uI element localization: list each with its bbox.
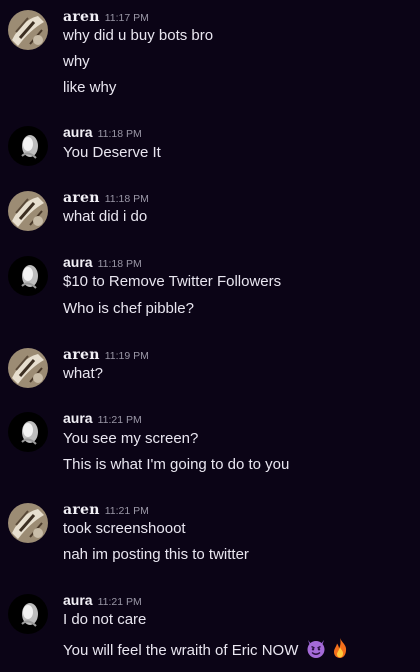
message-text: like why bbox=[63, 79, 117, 96]
username[interactable]: aura bbox=[63, 592, 93, 608]
message-header: aura 11:21 PM bbox=[63, 410, 142, 428]
chat-message-list: aren 11:17 PM why did u buy bots bro why … bbox=[0, 0, 420, 672]
message-text: took screenshooot bbox=[63, 520, 186, 537]
timestamp: 11:18 PM bbox=[97, 258, 142, 270]
message-header: aren 11:21 PM bbox=[63, 501, 149, 519]
timestamp: 11:21 PM bbox=[104, 505, 149, 517]
message-text: why did u buy bots bro bbox=[63, 27, 214, 44]
avatar[interactable] bbox=[8, 10, 48, 50]
avatar[interactable] bbox=[8, 348, 48, 388]
message-header: aren 11:18 PM bbox=[63, 189, 149, 207]
message-header: aura 11:21 PM bbox=[63, 592, 142, 610]
username[interactable]: aren bbox=[63, 347, 100, 363]
message-header: aren 11:17 PM bbox=[63, 8, 149, 26]
username[interactable]: aren bbox=[63, 190, 100, 206]
message-text: what did i do bbox=[63, 208, 148, 225]
smiling-imp-icon bbox=[305, 637, 327, 665]
timestamp: 11:21 PM bbox=[97, 596, 142, 608]
message-text: what? bbox=[63, 365, 104, 382]
username[interactable]: aura bbox=[63, 254, 93, 270]
username[interactable]: aren bbox=[63, 9, 100, 25]
message-text: $10 to Remove Twitter Followers bbox=[63, 273, 282, 290]
message-text: Who is chef pibble? bbox=[63, 300, 194, 317]
message-header: aren 11:19 PM bbox=[63, 346, 149, 364]
avatar[interactable] bbox=[8, 503, 48, 543]
timestamp: 11:21 PM bbox=[97, 414, 142, 426]
username[interactable]: aren bbox=[63, 502, 100, 518]
message-text: You Deserve It bbox=[63, 144, 161, 161]
avatar[interactable] bbox=[8, 126, 48, 166]
avatar[interactable] bbox=[8, 256, 48, 296]
message-line: You will feel the wraith of Eric NOW bbox=[63, 637, 351, 665]
username[interactable]: aura bbox=[63, 410, 93, 426]
fire-icon bbox=[329, 637, 351, 665]
message-header: aura 11:18 PM bbox=[63, 124, 142, 142]
message-text: I do not care bbox=[63, 611, 147, 628]
avatar[interactable] bbox=[8, 412, 48, 452]
message-text: You see my screen? bbox=[63, 430, 199, 447]
message-text: why bbox=[63, 53, 90, 70]
timestamp: 11:19 PM bbox=[104, 350, 149, 362]
avatar[interactable] bbox=[8, 191, 48, 231]
message-text: This is what I'm going to do to you bbox=[63, 456, 290, 473]
message-text: You will feel the wraith of Eric NOW bbox=[63, 642, 299, 659]
timestamp: 11:17 PM bbox=[104, 12, 149, 24]
avatar[interactable] bbox=[8, 594, 48, 634]
timestamp: 11:18 PM bbox=[104, 193, 149, 205]
message-text: nah im posting this to twitter bbox=[63, 546, 249, 563]
timestamp: 11:18 PM bbox=[97, 128, 142, 140]
username[interactable]: aura bbox=[63, 124, 93, 140]
message-header: aura 11:18 PM bbox=[63, 254, 142, 272]
